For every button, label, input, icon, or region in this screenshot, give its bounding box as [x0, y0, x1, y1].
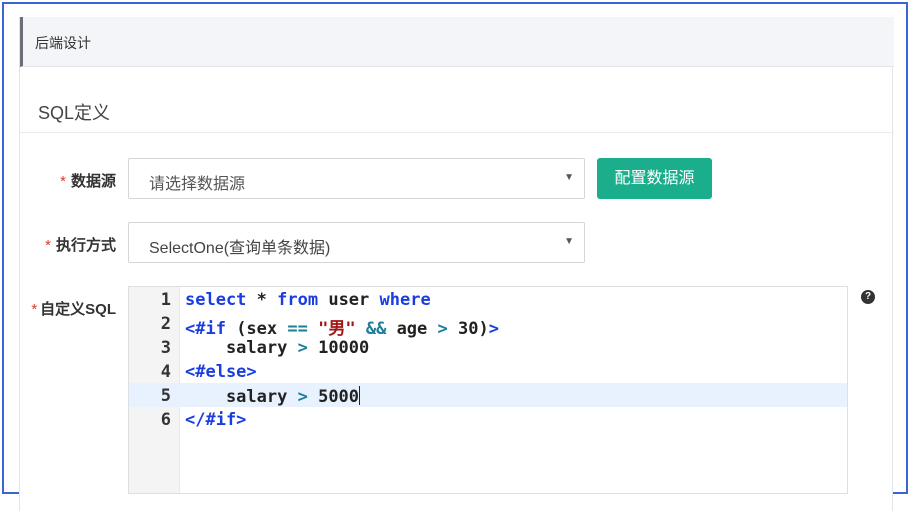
code-line[interactable]: 4 <#else>: [129, 359, 847, 383]
line-number: 5: [160, 386, 171, 406]
custom-sql-label-text: 自定义SQL: [40, 301, 116, 318]
code-line[interactable]: 1 select * from user where: [129, 287, 847, 311]
code-text: </#if>: [185, 410, 247, 430]
line-number: 1: [160, 290, 171, 310]
configure-datasource-button[interactable]: 配置数据源: [597, 158, 712, 199]
exec-mode-value: SelectOne(查询单条数据): [149, 240, 331, 257]
line-number: 3: [160, 338, 171, 358]
sql-code-editor[interactable]: 1 select * from user where 2 <#if (sex =…: [128, 286, 848, 494]
question-circle-icon[interactable]: ?: [861, 290, 875, 304]
code-text: salary > 5000: [185, 386, 361, 407]
custom-sql-label: * 自定义SQL: [22, 298, 116, 319]
datasource-select[interactable]: 请选择数据源 ▼: [128, 158, 585, 199]
panel-header: 后端设计: [20, 17, 894, 67]
line-number: 2: [160, 314, 171, 334]
code-line[interactable]: 3 salary > 10000: [129, 335, 847, 359]
datasource-label: * 数据源: [56, 170, 116, 191]
code-text: select * from user where: [185, 290, 431, 310]
caret-down-icon: ▼: [564, 172, 574, 183]
line-number: 6: [160, 410, 171, 430]
code-line[interactable]: 2 <#if (sex == "男" && age > 30)>: [129, 311, 847, 339]
code-text: salary > 10000: [185, 338, 370, 358]
code-text: <#else>: [185, 362, 257, 382]
datasource-label-text: 数据源: [70, 173, 116, 190]
section-divider: [20, 132, 894, 133]
required-mark: *: [31, 301, 38, 318]
exec-mode-label-text: 执行方式: [55, 237, 116, 254]
required-mark: *: [60, 173, 66, 190]
exec-mode-select[interactable]: SelectOne(查询单条数据) ▼: [128, 222, 585, 263]
datasource-placeholder: 请选择数据源: [149, 176, 246, 193]
text-cursor: [359, 386, 361, 405]
required-mark: *: [45, 237, 51, 254]
code-line-active[interactable]: 5 salary > 5000: [129, 383, 847, 407]
line-number: 4: [160, 362, 171, 382]
code-line[interactable]: 6 </#if>: [129, 407, 847, 431]
exec-mode-label: * 执行方式: [39, 234, 116, 255]
section-title: SQL定义: [38, 103, 111, 123]
caret-down-icon: ▼: [564, 236, 574, 247]
backend-design-panel: 后端设计 SQL定义 * 数据源 请选择数据源 ▼ 配置数据源 * 执行方式 Sel…: [19, 17, 894, 511]
panel-title: 后端设计: [35, 35, 91, 51]
